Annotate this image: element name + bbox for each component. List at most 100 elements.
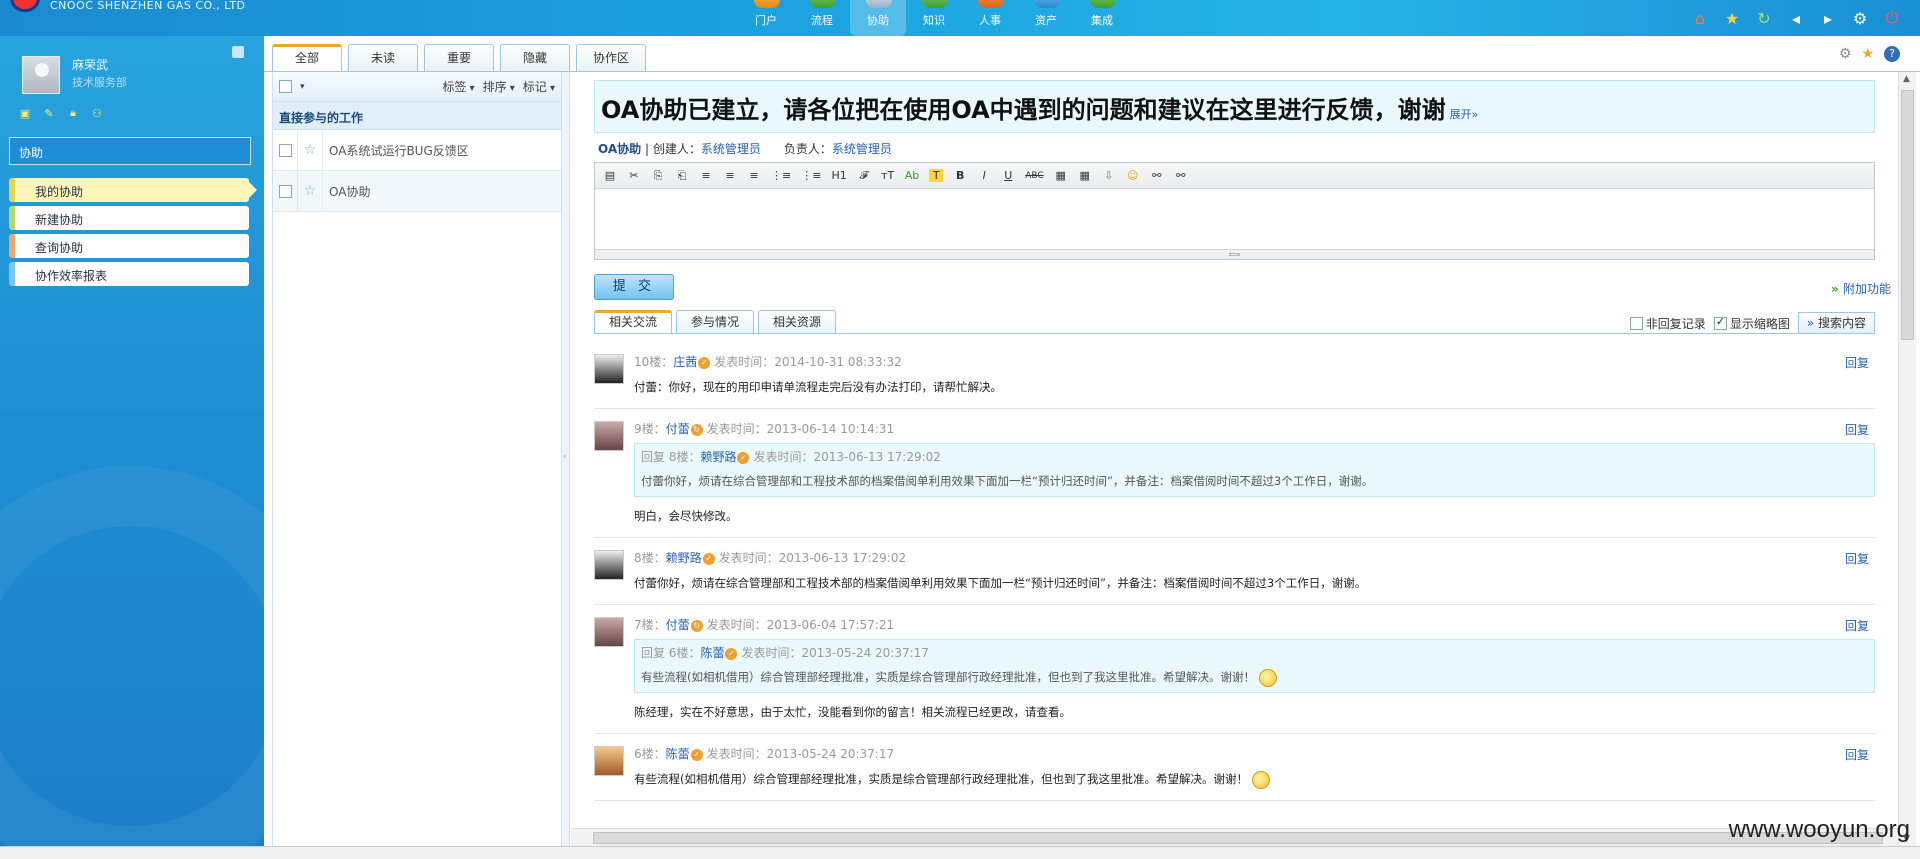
image-icon[interactable]: ▦ <box>1054 169 1068 182</box>
creator-link[interactable]: 系统管理员 <box>701 142 761 156</box>
scrollbar-thumb[interactable] <box>1901 90 1914 340</box>
reply-link[interactable]: 回复 <box>1845 550 1869 567</box>
ordered-list-icon[interactable]: ⋮≡ <box>771 169 791 182</box>
submit-button[interactable]: 提 交 <box>594 274 674 300</box>
cut-icon[interactable]: ✂ <box>627 169 641 182</box>
tab-all[interactable]: 全部 <box>272 44 342 71</box>
font-family-icon[interactable]: 𝓕 <box>857 169 871 183</box>
align-left-icon[interactable]: ≡ <box>699 169 713 182</box>
insert-icon[interactable]: ⇩ <box>1102 169 1116 182</box>
help-icon[interactable]: ? <box>1884 46 1900 62</box>
star-icon[interactable]: ☆ <box>297 129 323 171</box>
module-knowledge[interactable]: 知识 <box>906 0 962 36</box>
select-dropdown-icon[interactable]: ▾ <box>300 82 305 92</box>
search-content-button[interactable]: 搜索内容 <box>1797 312 1875 334</box>
row-checkbox[interactable] <box>278 143 292 157</box>
profile-switch-icon[interactable] <box>232 46 244 58</box>
strikethrough-icon[interactable]: ABC <box>1025 171 1043 181</box>
table-icon[interactable]: ▦ <box>1078 169 1092 182</box>
menu-query-assist[interactable]: 查询协助 <box>9 234 249 258</box>
collapse-arrow-icon[interactable]: ‹ <box>563 452 567 462</box>
home-icon[interactable]: ⌂ <box>1690 9 1710 28</box>
tab-unread[interactable]: 未读 <box>348 44 418 71</box>
reply-link[interactable]: 回复 <box>1845 746 1869 763</box>
list-item-title[interactable]: OA系统试运行BUG反馈区 <box>323 142 469 159</box>
post-author[interactable]: 付蕾 <box>666 618 690 632</box>
refresh-icon[interactable]: ↻ <box>1754 9 1774 28</box>
avatar[interactable] <box>594 746 624 776</box>
settings-icon[interactable]: ⚙ <box>1850 9 1870 28</box>
unlink-icon[interactable]: ⚯ <box>1174 169 1188 182</box>
post-author[interactable]: 陈蕾 <box>666 747 690 761</box>
post-author[interactable]: 庄茜 <box>673 355 697 369</box>
expand-link[interactable]: 展开» <box>1450 108 1479 121</box>
scrollbar-thumb[interactable] <box>593 832 1883 844</box>
menu-my-assist[interactable]: 我的协助 <box>9 178 257 202</box>
copy-icon[interactable]: ⎘ <box>651 169 665 183</box>
scroll-up-icon[interactable]: ▲ <box>1903 74 1910 84</box>
post-author[interactable]: 付蕾 <box>666 422 690 436</box>
gear-icon[interactable]: ⚙ <box>1839 46 1852 62</box>
quote-author[interactable]: 赖野路 <box>700 450 736 464</box>
panel-splitter[interactable]: ‹ <box>562 72 570 846</box>
avatar[interactable] <box>594 550 624 580</box>
org-icon[interactable]: ⚇ <box>90 106 104 120</box>
link-icon[interactable]: ⚯ <box>1150 169 1164 182</box>
non-reply-toggle[interactable]: 非回复记录 <box>1629 315 1706 332</box>
heading-icon[interactable]: H1 <box>831 169 846 182</box>
reply-link[interactable]: 回复 <box>1845 617 1869 634</box>
editor-resize-handle[interactable]: ⟺ <box>595 249 1874 259</box>
avatar[interactable] <box>594 354 624 384</box>
menu-new-assist[interactable]: 新建协助 <box>9 206 249 230</box>
module-portal[interactable]: 门户 <box>738 0 794 36</box>
module-integration[interactable]: 集成 <box>1074 0 1130 36</box>
book-icon[interactable]: ▣ <box>18 106 32 120</box>
editor-textarea[interactable] <box>595 189 1874 249</box>
owner-link[interactable]: 系统管理员 <box>832 142 892 156</box>
reply-link[interactable]: 回复 <box>1845 354 1869 371</box>
tab-hidden[interactable]: 隐藏 <box>500 44 570 71</box>
row-checkbox[interactable] <box>278 184 292 198</box>
highlight-icon[interactable]: T <box>929 169 944 182</box>
star-icon[interactable]: ☆ <box>297 170 323 212</box>
back-icon[interactable]: ◂ <box>1786 9 1806 28</box>
module-workflow[interactable]: 流程 <box>794 0 850 36</box>
non-reply-checkbox[interactable] <box>1629 316 1643 330</box>
subtab-participation[interactable]: 参与情况 <box>676 310 755 334</box>
list-item[interactable]: ☆ OA协助 <box>273 170 561 212</box>
avatar[interactable] <box>22 56 60 94</box>
addon-features-link[interactable]: 附加功能 <box>1831 280 1891 297</box>
font-size-icon[interactable]: тT <box>881 169 895 182</box>
show-thumbnail-toggle[interactable]: 显示缩略图 <box>1713 315 1790 332</box>
forward-icon[interactable]: ▸ <box>1818 9 1838 28</box>
align-center-icon[interactable]: ≡ <box>723 169 737 182</box>
vertical-scrollbar[interactable]: ▲ ▼ <box>1898 72 1916 846</box>
avatar[interactable] <box>594 421 624 451</box>
tag-dropdown[interactable]: 标签 <box>442 78 474 95</box>
horizontal-scrollbar[interactable] <box>571 828 1898 846</box>
bold-icon[interactable]: B <box>953 169 967 182</box>
reply-link[interactable]: 回复 <box>1845 421 1869 438</box>
mark-dropdown[interactable]: 标记 <box>523 78 555 95</box>
menu-efficiency-report[interactable]: 协作效率报表 <box>9 262 249 286</box>
tab-important[interactable]: 重要 <box>424 44 494 71</box>
module-assets[interactable]: 资产 <box>1018 0 1074 36</box>
source-icon[interactable]: ▤ <box>603 169 617 182</box>
post-author[interactable]: 赖野路 <box>666 551 702 565</box>
select-all-checkbox[interactable] <box>279 80 292 93</box>
align-right-icon[interactable]: ≡ <box>747 169 761 182</box>
module-hr[interactable]: 人事 <box>962 0 1018 36</box>
italic-icon[interactable]: I <box>977 169 991 182</box>
quote-author[interactable]: 陈蕾 <box>700 646 724 660</box>
lock-icon[interactable]: 🔒︎ <box>66 106 80 120</box>
show-thumbnail-checkbox[interactable] <box>1713 315 1727 330</box>
tab-workspace[interactable]: 协作区 <box>576 44 646 71</box>
paste-icon[interactable]: ⎗ <box>675 169 689 183</box>
avatar[interactable] <box>594 617 624 647</box>
module-assist[interactable]: 协助 <box>850 0 906 36</box>
power-icon[interactable]: ⏻ <box>1882 8 1902 27</box>
star-icon[interactable]: ★ <box>1861 46 1874 62</box>
sort-dropdown[interactable]: 排序 <box>483 78 515 95</box>
subtab-resources[interactable]: 相关资源 <box>758 310 837 334</box>
subtab-discussion[interactable]: 相关交流 <box>594 310 673 334</box>
